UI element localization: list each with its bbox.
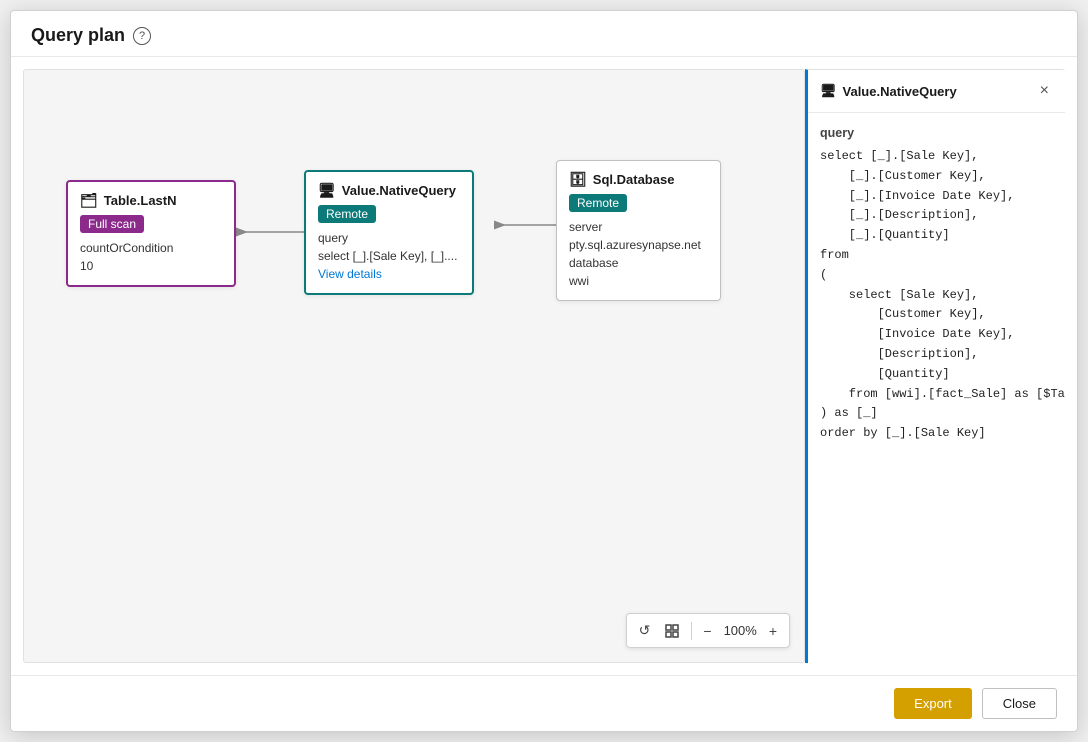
side-panel: 🖥 Value.NativeQuery × query select [_].[… — [805, 69, 1065, 663]
side-panel-label: query — [820, 123, 1053, 143]
badge-remote-db: Remote — [569, 194, 708, 218]
reset-button[interactable]: ↺ — [633, 618, 657, 643]
query-plan-modal: Query plan ? — [10, 10, 1078, 732]
close-button[interactable]: Close — [982, 688, 1057, 719]
modal-body: 🗂 Table.LastN Full scan countOrCondition… — [11, 57, 1077, 675]
arrows-svg — [24, 70, 804, 662]
modal-footer: Export Close — [11, 675, 1077, 731]
server-key: server — [569, 218, 708, 236]
db-icon: 🗄 — [569, 171, 587, 188]
zoom-in-button[interactable]: + — [763, 619, 783, 643]
sql-code: select [_].[Sale Key], [_].[Customer Key… — [820, 147, 1053, 444]
badge-remote-native: Remote — [318, 205, 460, 229]
database-val: wwi — [569, 272, 708, 290]
node-table-lastn[interactable]: 🗂 Table.LastN Full scan countOrCondition… — [66, 180, 236, 287]
side-panel-close-button[interactable]: × — [1036, 80, 1053, 102]
node-db-title: Sql.Database — [593, 172, 675, 187]
side-panel-title-text: Value.NativeQuery — [843, 84, 957, 99]
side-panel-header: 🖥 Value.NativeQuery × — [808, 70, 1065, 113]
help-icon[interactable]: ? — [133, 27, 151, 45]
server-val: pty.sql.azuresynapse.net — [569, 236, 708, 254]
view-details-link[interactable]: View details — [318, 267, 382, 281]
node-value-nativequery[interactable]: 🖥 Value.NativeQuery Remote query select … — [304, 170, 474, 295]
side-panel-content: query select [_].[Sale Key], [_].[Custom… — [808, 113, 1065, 454]
table-icon: 🗂 — [80, 192, 98, 209]
node-table-body: countOrCondition 10 — [80, 239, 222, 275]
node-table-title: Table.LastN — [104, 193, 177, 208]
canvas-area[interactable]: 🗂 Table.LastN Full scan countOrCondition… — [23, 69, 805, 663]
node-table-header: 🗂 Table.LastN — [80, 192, 222, 209]
database-key: database — [569, 254, 708, 272]
node-db-header: 🗄 Sql.Database — [569, 171, 708, 188]
node-sql-database[interactable]: 🗄 Sql.Database Remote server pty.sql.azu… — [556, 160, 721, 301]
export-button[interactable]: Export — [894, 688, 972, 719]
side-panel-title-container: 🖥 Value.NativeQuery — [820, 83, 957, 99]
node-native-body: query select [_].[Sale Key], [_].... Vie… — [318, 229, 460, 283]
zoom-out-button[interactable]: − — [697, 619, 717, 643]
node-db-body: server pty.sql.azuresynapse.net database… — [569, 218, 708, 290]
side-panel-node-icon: 🖥 — [820, 83, 837, 99]
modal-title: Query plan — [31, 25, 125, 46]
native-icon: 🖥 — [318, 182, 336, 199]
badge-fullscan: Full scan — [80, 215, 222, 239]
node-native-title: Value.NativeQuery — [342, 183, 456, 198]
fit-icon — [664, 623, 680, 639]
node-native-header: 🖥 Value.NativeQuery — [318, 182, 460, 199]
zoom-level: 100% — [720, 623, 761, 638]
toolbar-divider — [691, 622, 692, 640]
canvas-nodes: 🗂 Table.LastN Full scan countOrCondition… — [24, 70, 804, 662]
query-key: query — [318, 229, 460, 247]
query-val: select [_].[Sale Key], [_].... — [318, 247, 460, 265]
canvas-toolbar: ↺ − 100% + — [626, 613, 790, 648]
modal-header: Query plan ? — [11, 11, 1077, 57]
count-or-condition-val: 10 — [80, 257, 222, 275]
count-or-condition-key: countOrCondition — [80, 239, 222, 257]
fit-button[interactable] — [658, 619, 686, 643]
